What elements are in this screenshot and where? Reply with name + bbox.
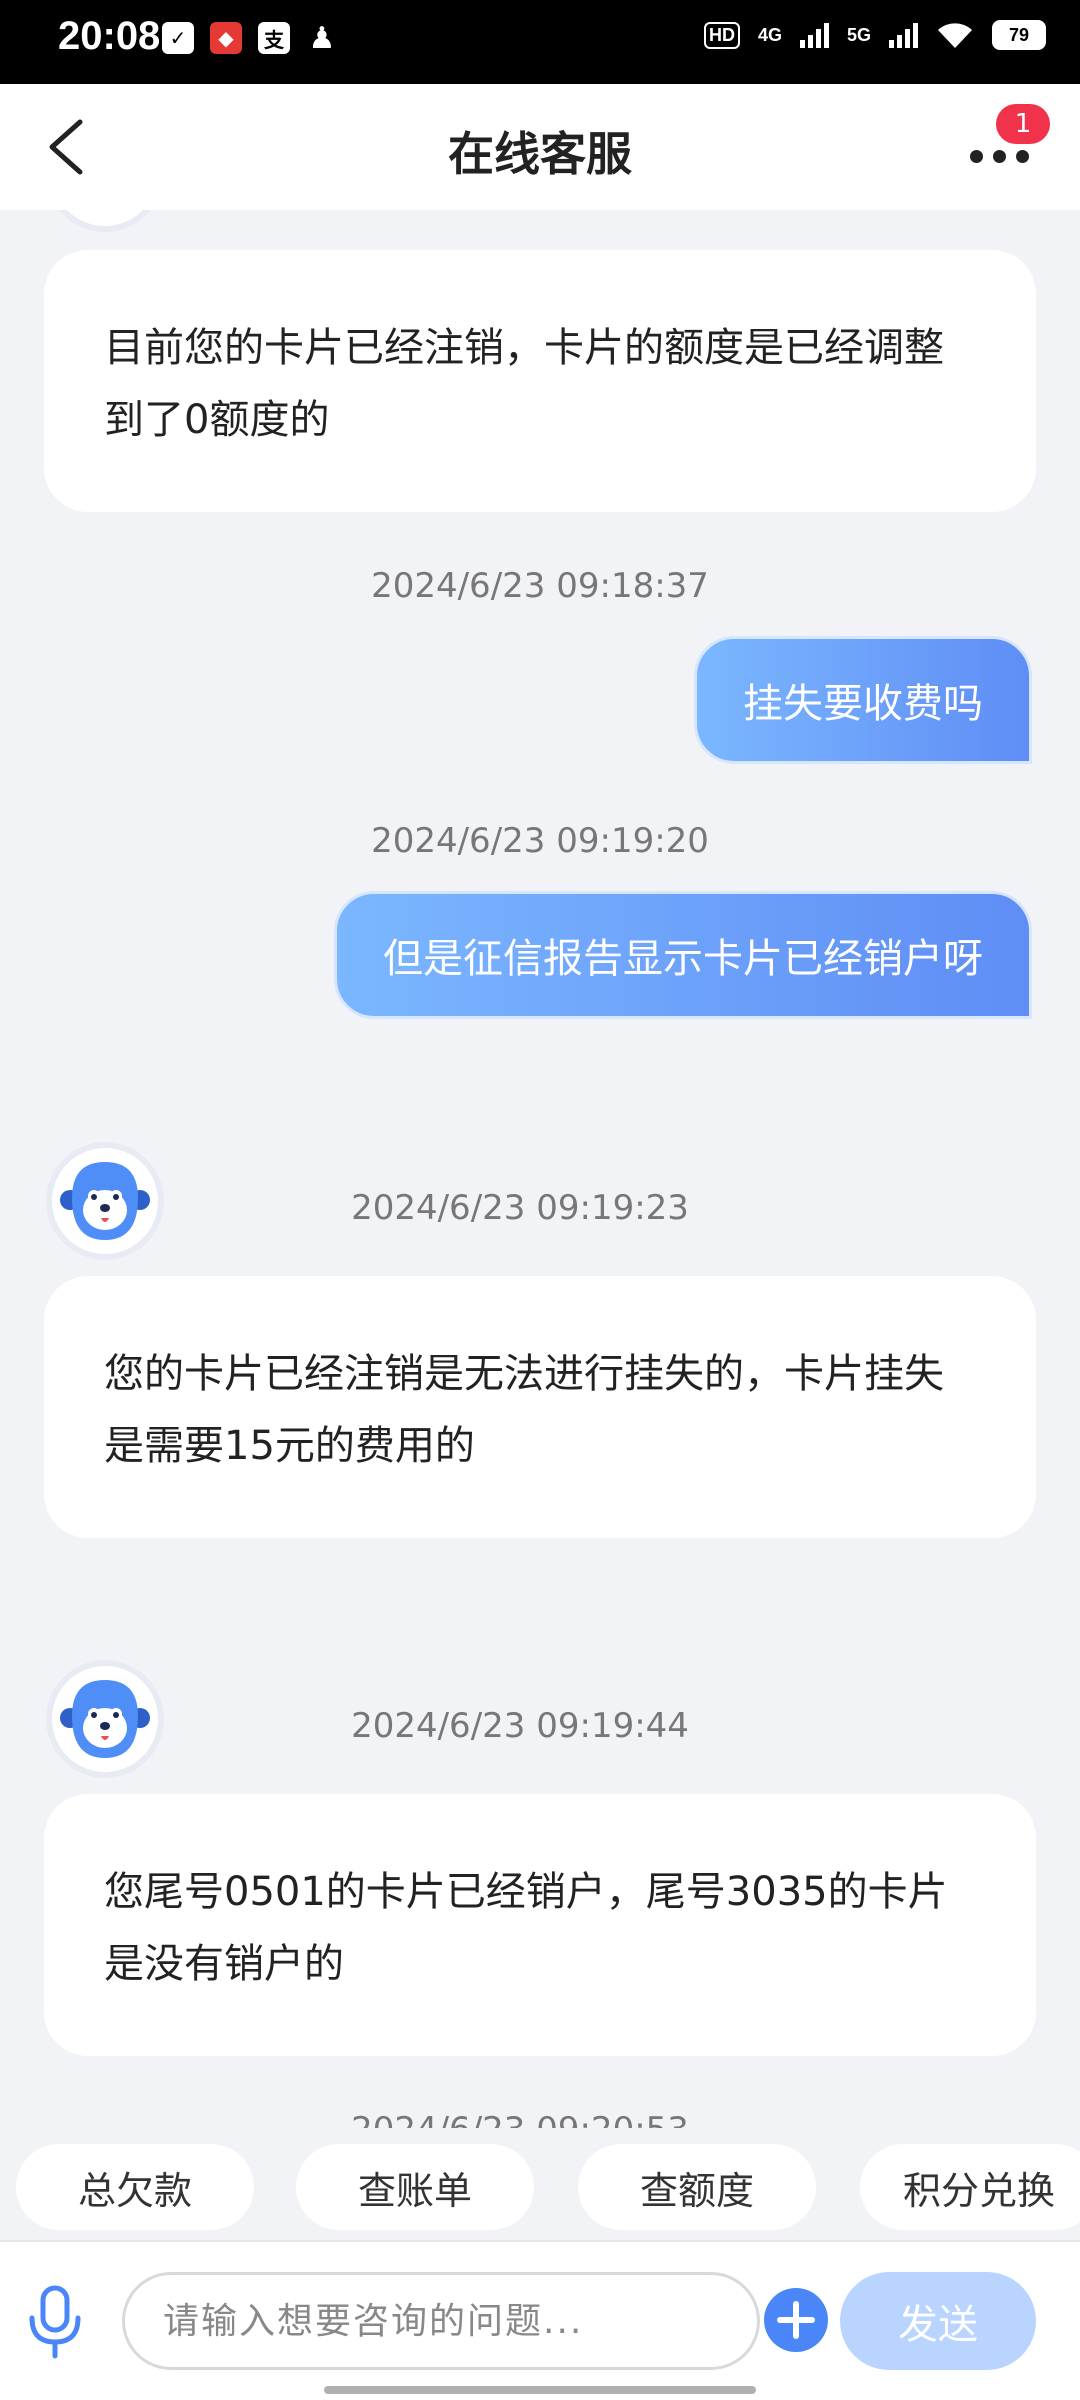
more-button[interactable]: 1 bbox=[970, 104, 1050, 174]
battery-icon: 79 bbox=[992, 20, 1046, 50]
agent-message: 目前您的卡片已经注销，卡片的额度是已经调整到了0额度的 bbox=[44, 250, 1036, 512]
message-input[interactable] bbox=[122, 2272, 760, 2370]
notification-icons: ✓ ◆ 支 ♟ bbox=[162, 20, 338, 56]
status-right: HD 4G 5G 79 bbox=[703, 20, 1046, 50]
network-4g-label: 4G bbox=[757, 24, 782, 45]
message-timestamp: 2024/6/23 09:19:23 bbox=[351, 1188, 689, 1228]
signal-icon-2 bbox=[889, 22, 918, 48]
message-timestamp: 2024/6/23 09:20:53 bbox=[0, 2110, 1060, 2128]
status-bar: 20:08 ✓ ◆ 支 ♟ HD 4G 5G 79 bbox=[0, 0, 1080, 84]
notification-badge: 1 bbox=[996, 104, 1050, 144]
plus-icon bbox=[777, 2301, 815, 2339]
app-header: 在线客服 1 bbox=[0, 84, 1080, 210]
message-timestamp: 2024/6/23 09:18:37 bbox=[371, 566, 709, 606]
quick-actions-bar: 总欠款 查账单 查额度 积分兑换 bbox=[0, 2128, 1080, 2240]
quick-action-points[interactable]: 积分兑换 bbox=[860, 2144, 1080, 2230]
robot-mascot-icon bbox=[52, 210, 158, 226]
user-message: 挂失要收费吗 bbox=[694, 636, 1032, 764]
message-timestamp: 2024/6/23 09:19:20 bbox=[371, 821, 709, 861]
quick-action-bill[interactable]: 查账单 bbox=[296, 2144, 534, 2230]
message-timestamp: 2024/6/23 09:19:44 bbox=[351, 1706, 689, 1746]
add-button[interactable] bbox=[764, 2288, 828, 2352]
network-5g-label: 5G bbox=[846, 24, 871, 45]
payment-app-icon: 支 bbox=[258, 22, 290, 54]
input-bar: 发送 bbox=[0, 2240, 1080, 2400]
signal-icon bbox=[799, 22, 829, 48]
shield-icon: ✓ bbox=[162, 22, 194, 54]
app-notification-icon: ◆ bbox=[210, 22, 242, 54]
quick-action-total-debt[interactable]: 总欠款 bbox=[16, 2144, 254, 2230]
user-message: 但是征信报告显示卡片已经销户呀 bbox=[334, 891, 1032, 1019]
agent-avatar bbox=[46, 210, 164, 232]
quick-action-credit-limit[interactable]: 查额度 bbox=[578, 2144, 816, 2230]
send-button[interactable]: 发送 bbox=[840, 2272, 1036, 2370]
microphone-icon bbox=[29, 2285, 81, 2359]
wifi-icon bbox=[938, 23, 972, 48]
home-indicator[interactable] bbox=[324, 2386, 756, 2394]
status-time: 20:08 bbox=[58, 14, 161, 58]
hd-voice-icon: HD bbox=[703, 21, 740, 49]
more-dots-icon bbox=[970, 150, 1029, 163]
chat-list[interactable]: 目前您的卡片已经注销，卡片的额度是已经调整到了0额度的 2024/6/23 09… bbox=[0, 210, 1080, 2128]
qq-icon: ♟ bbox=[308, 20, 336, 56]
agent-message: 您的卡片已经注销是无法进行挂失的，卡片挂失是需要15元的费用的 bbox=[44, 1276, 1036, 1538]
agent-message: 您尾号0501的卡片已经销户，尾号3035的卡片是没有销户的 bbox=[44, 1794, 1036, 2056]
voice-button[interactable] bbox=[24, 2284, 86, 2360]
page-title: 在线客服 bbox=[448, 127, 632, 181]
